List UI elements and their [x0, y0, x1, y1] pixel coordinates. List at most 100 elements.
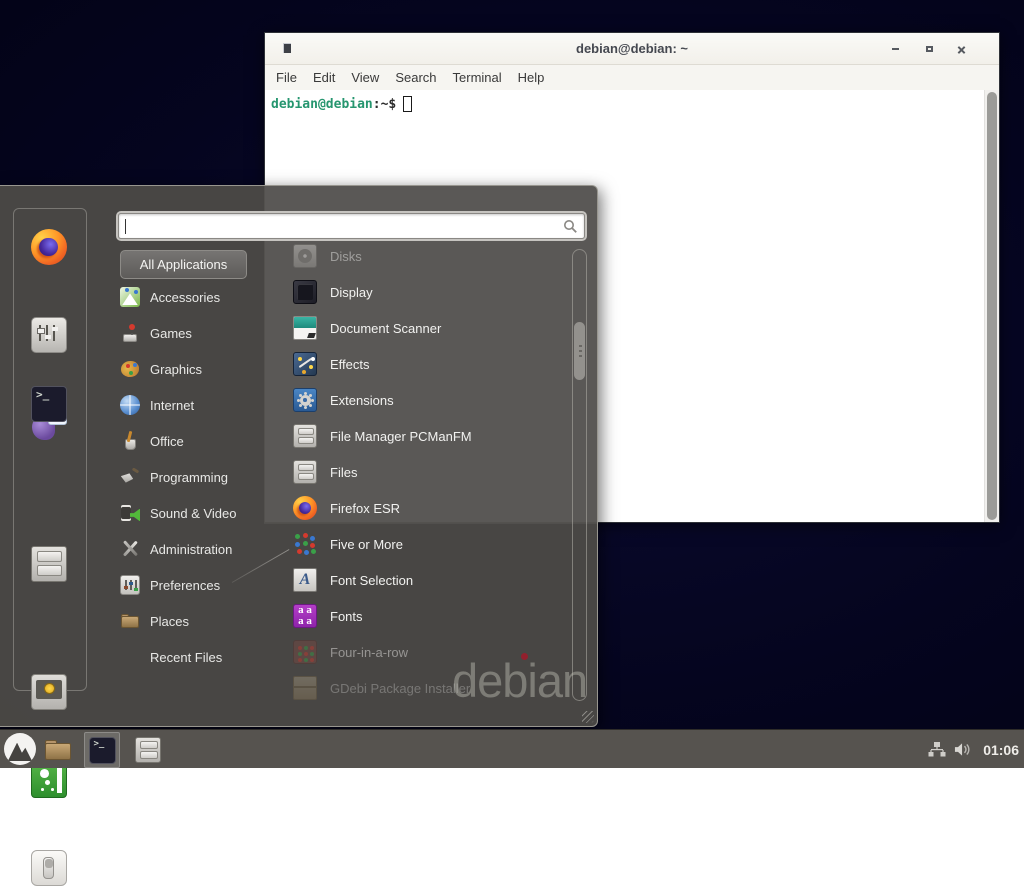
app-label: Fonts — [330, 609, 363, 624]
app-five-or-more[interactable]: Five or More — [293, 532, 403, 556]
minimize-button[interactable] — [887, 41, 903, 57]
search-input[interactable] — [125, 216, 558, 236]
menu-edit[interactable]: Edit — [313, 70, 335, 85]
terminal-scrollbar[interactable] — [984, 90, 999, 522]
menu-scrollbar[interactable] — [572, 249, 587, 701]
category-places[interactable]: Places — [120, 611, 189, 631]
five-or-more-icon — [293, 532, 317, 556]
app-file-manager-pcmanfm[interactable]: File Manager PCManFM — [293, 424, 472, 448]
menu-scrollbar-thumb[interactable] — [574, 322, 585, 380]
menu-help[interactable]: Help — [518, 70, 545, 85]
category-preferences[interactable]: Preferences — [120, 575, 220, 595]
category-label: Sound & Video — [150, 506, 237, 521]
category-hover-trail — [232, 549, 290, 583]
favorite-file-manager-icon[interactable] — [31, 546, 67, 582]
favorite-settings-mixer-icon[interactable] — [31, 317, 67, 353]
app-disks[interactable]: Disks — [293, 244, 362, 268]
font-selection-icon: A — [293, 568, 317, 592]
shut-down-icon[interactable] — [31, 850, 67, 886]
app-effects[interactable]: Effects — [293, 352, 370, 376]
menu-launcher-icon[interactable] — [4, 733, 36, 765]
app-display[interactable]: Display — [293, 280, 373, 304]
internet-icon — [120, 395, 140, 415]
app-label: Document Scanner — [330, 321, 441, 336]
administration-icon — [120, 539, 140, 559]
taskbar-terminal-button[interactable]: >_ — [84, 732, 120, 768]
terminal-prompt: debian@debian:~$ — [265, 90, 999, 112]
category-label: Office — [150, 434, 184, 449]
programming-icon — [120, 467, 140, 487]
app-label: File Manager PCManFM — [330, 429, 472, 444]
file-cabinet-icon — [135, 737, 161, 763]
empty-icon-spacer — [120, 647, 140, 667]
places-icon — [120, 611, 140, 631]
terminal-titlebar[interactable]: debian@debian: ~ — [265, 33, 999, 65]
menu-search-field — [118, 213, 585, 239]
app-files[interactable]: Files — [293, 460, 357, 484]
category-sound-video[interactable]: Sound & Video — [120, 503, 237, 523]
category-programming[interactable]: Programming — [120, 467, 228, 487]
maximize-button[interactable] — [921, 41, 937, 57]
all-applications-label: All Applications — [140, 257, 227, 272]
category-all-applications[interactable]: All Applications — [120, 250, 247, 279]
search-icon — [563, 219, 578, 234]
favorite-firefox-icon[interactable] — [31, 229, 67, 265]
category-label: Preferences — [150, 578, 220, 593]
maximize-icon — [926, 46, 933, 52]
graphics-icon — [120, 359, 140, 379]
category-recent-files[interactable]: Recent Files — [120, 647, 222, 667]
category-graphics[interactable]: Graphics — [120, 359, 202, 379]
category-label: Accessories — [150, 290, 220, 305]
category-administration[interactable]: Administration — [120, 539, 232, 559]
menu-view[interactable]: View — [351, 70, 379, 85]
taskbar-files-button[interactable] — [130, 732, 166, 768]
lock-screen-icon[interactable] — [31, 674, 67, 710]
terminal-window-title: debian@debian: ~ — [576, 41, 688, 56]
extensions-icon — [293, 388, 317, 412]
app-document-scanner[interactable]: Document Scanner — [293, 316, 441, 340]
terminal-window-icon — [283, 43, 291, 53]
app-four-in-a-row[interactable]: Four-in-a-row — [293, 640, 408, 664]
folder-icon — [44, 736, 72, 764]
favorites-column: >_ — [13, 208, 87, 691]
category-label: Recent Files — [150, 650, 222, 665]
menu-file[interactable]: File — [276, 70, 297, 85]
category-label: Places — [150, 614, 189, 629]
app-label: Effects — [330, 357, 370, 372]
terminal-scrollbar-thumb[interactable] — [987, 92, 997, 520]
close-button[interactable] — [953, 41, 969, 57]
four-in-a-row-icon — [293, 640, 317, 664]
app-label: Firefox ESR — [330, 501, 400, 516]
category-label: Internet — [150, 398, 194, 413]
resize-grip[interactable] — [582, 711, 594, 723]
app-extensions[interactable]: Extensions — [293, 388, 394, 412]
category-label: Administration — [150, 542, 232, 557]
firefox-icon — [293, 496, 317, 520]
clock[interactable]: 01:06 — [983, 730, 1019, 769]
office-icon — [120, 431, 140, 451]
menu-terminal[interactable]: Terminal — [453, 70, 502, 85]
app-fonts[interactable]: a a a a Fonts — [293, 604, 363, 628]
taskbar: >_ 01:06 — [0, 729, 1024, 768]
app-firefox-esr[interactable]: Firefox ESR — [293, 496, 400, 520]
app-label: Extensions — [330, 393, 394, 408]
games-icon — [120, 323, 140, 343]
category-office[interactable]: Office — [120, 431, 184, 451]
app-gdebi-package-installer[interactable]: GDebi Package Installer — [293, 676, 470, 700]
favorite-terminal-icon[interactable]: >_ — [31, 386, 67, 422]
close-icon — [957, 45, 966, 54]
volume-icon[interactable] — [954, 741, 972, 758]
category-internet[interactable]: Internet — [120, 395, 194, 415]
app-label: Files — [330, 465, 357, 480]
taskbar-file-manager-button[interactable] — [40, 732, 76, 768]
menu-search[interactable]: Search — [395, 70, 436, 85]
effects-icon — [293, 352, 317, 376]
network-icon[interactable] — [928, 741, 946, 758]
category-accessories[interactable]: Accessories — [120, 287, 220, 307]
app-label: GDebi Package Installer — [330, 681, 470, 696]
app-label: Disks — [330, 249, 362, 264]
category-label: Programming — [150, 470, 228, 485]
category-games[interactable]: Games — [120, 323, 192, 343]
app-font-selection[interactable]: A Font Selection — [293, 568, 413, 592]
category-label: Graphics — [150, 362, 202, 377]
